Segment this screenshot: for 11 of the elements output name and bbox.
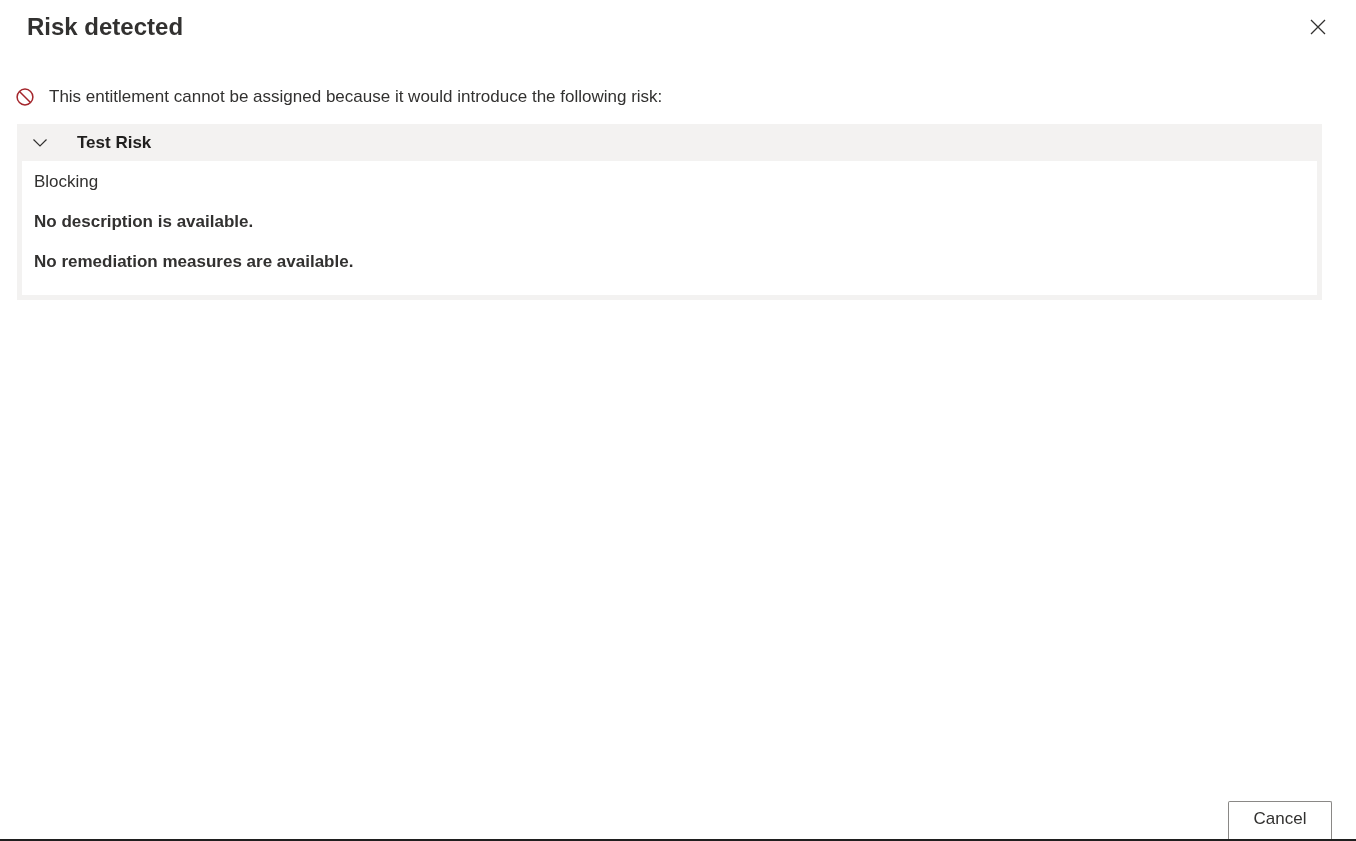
risk-remediation: No remediation measures are available.: [34, 251, 355, 273]
risk-description: No description is available.: [34, 211, 255, 233]
chevron-icon[interactable]: [33, 138, 47, 147]
risk-name: Test Risk: [77, 132, 152, 153]
risk-severity: Blocking: [34, 171, 100, 193]
cancel-button[interactable]: Cancel: [1228, 801, 1332, 839]
risk-header[interactable]: Test Risk: [17, 124, 1322, 161]
close-icon[interactable]: [1310, 19, 1326, 35]
blocked-icon: [16, 88, 34, 106]
dialog-title: Risk detected: [27, 12, 184, 42]
error-message: This entitlement cannot be assigned because it would introduce the following risk:: [49, 86, 663, 108]
